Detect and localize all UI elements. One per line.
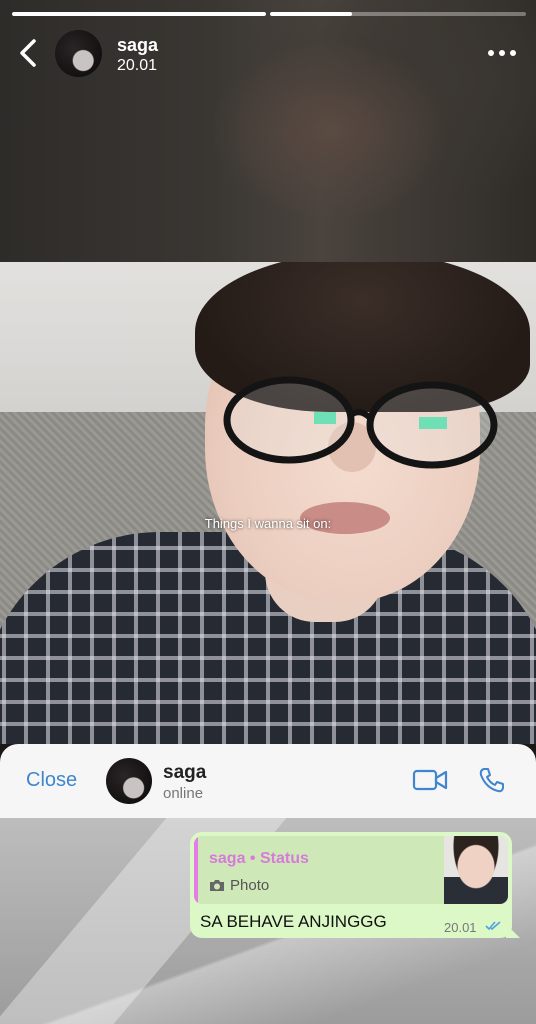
story-progress-fill-2 xyxy=(270,12,352,16)
chat-header: Close saga online xyxy=(0,744,536,818)
bubble-tail xyxy=(506,924,520,938)
double-check-icon xyxy=(485,921,501,931)
quote-type: Photo xyxy=(230,877,270,894)
story-caption: Things I wanna sit on: xyxy=(204,516,332,531)
chat-contact-status: online xyxy=(163,785,204,802)
quote-author: saga • Status xyxy=(209,850,309,867)
story-progress-bar-2 xyxy=(270,12,526,16)
phone-icon[interactable] xyxy=(478,766,506,794)
story-photo: Things I wanna sit on: xyxy=(0,262,536,744)
story-progress-fill-1 xyxy=(12,12,266,16)
chevron-left-icon[interactable] xyxy=(16,38,42,68)
story-username[interactable]: saga xyxy=(117,35,158,56)
message-text: SA BEHAVE ANJINGGG xyxy=(200,912,387,931)
quote-thumbnail xyxy=(444,836,508,904)
more-horizontal-icon[interactable] xyxy=(486,47,518,59)
chat-avatar[interactable] xyxy=(106,758,152,804)
video-call-icon[interactable] xyxy=(412,768,448,792)
message-time: 20.01 xyxy=(444,920,477,935)
chat-contact-name[interactable]: saga xyxy=(163,762,206,784)
story-progress-bar-1 xyxy=(12,12,266,16)
quoted-status[interactable]: saga • Status Photo xyxy=(194,836,508,904)
story-timestamp: 20.01 xyxy=(117,57,158,74)
message-bubble[interactable]: saga • Status Photo SA BEHAVE ANJINGGG 2… xyxy=(190,832,512,938)
close-button[interactable]: Close xyxy=(26,769,77,792)
camera-icon xyxy=(210,880,224,891)
glasses-illustration xyxy=(223,376,498,469)
story-avatar[interactable] xyxy=(55,30,102,77)
quote-accent-bar xyxy=(194,836,198,904)
